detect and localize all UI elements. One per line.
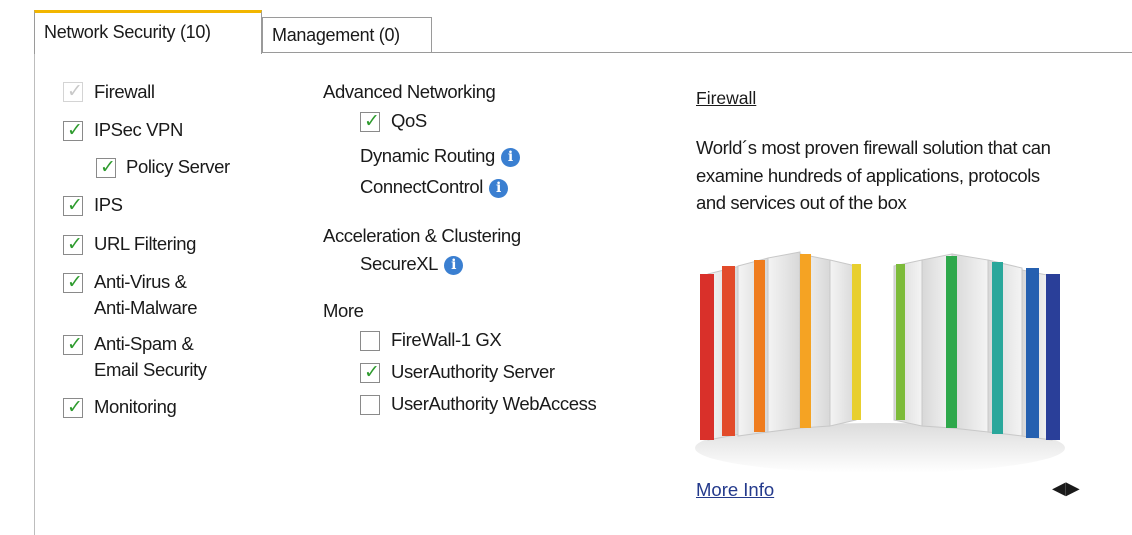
info-icon[interactable]: i xyxy=(488,179,508,198)
panel-left-border xyxy=(34,52,35,535)
check-icon: ✓ xyxy=(364,361,380,383)
userauthority-server-label: UserAuthority Server xyxy=(391,361,555,382)
qos-label: QoS xyxy=(391,110,427,131)
tab-network-security[interactable]: Network Security (10) xyxy=(34,10,262,54)
anti-virus-label-line2: Anti-Malware xyxy=(94,297,198,318)
check-icon: ✓ xyxy=(67,333,83,355)
check-icon: ✓ xyxy=(67,194,83,216)
check-icon: ✓ xyxy=(67,119,83,141)
policy-server-checkbox[interactable]: ✓ xyxy=(96,156,116,178)
advanced-networking-heading: Advanced Networking xyxy=(323,81,496,102)
anti-spam-checkbox[interactable]: ✓ xyxy=(63,333,83,355)
check-icon: ✓ xyxy=(67,271,83,293)
ipsec-vpn-label: IPSec VPN xyxy=(94,119,183,140)
dynamic-routing-label: Dynamic Routing xyxy=(360,145,495,166)
acceleration-clustering-heading: Acceleration & Clustering xyxy=(323,225,521,246)
ipsec-vpn-checkbox[interactable]: ✓ xyxy=(63,119,83,141)
check-icon: ✓ xyxy=(67,233,83,255)
anti-virus-checkbox[interactable]: ✓ xyxy=(63,271,83,293)
check-icon: ✓ xyxy=(364,110,380,132)
monitoring-label: Monitoring xyxy=(94,396,177,417)
detail-title: Firewall xyxy=(696,88,757,108)
userauthority-server-checkbox[interactable]: ✓ xyxy=(360,361,380,383)
prev-next-arrows-icon[interactable]: ◀▶ xyxy=(1052,478,1080,499)
securexl-label: SecureXL xyxy=(360,253,439,274)
firewall-illustration xyxy=(695,251,1065,473)
check-icon: ✓ xyxy=(100,156,116,178)
connectcontrol-item: ConnectControl i xyxy=(360,176,508,198)
tab-bar: Network Security (10) Management (0) xyxy=(0,0,1132,54)
qos-checkbox[interactable]: ✓ xyxy=(360,110,380,132)
dynamic-routing-item: Dynamic Routing i xyxy=(360,145,520,167)
firewall1-gx-checkbox[interactable] xyxy=(360,331,380,351)
firewall-label: Firewall xyxy=(94,81,155,102)
more-heading: More xyxy=(323,300,364,321)
anti-spam-label-line2: Email Security xyxy=(94,359,207,380)
userauthority-webaccess-checkbox[interactable] xyxy=(360,395,380,415)
url-filtering-checkbox[interactable]: ✓ xyxy=(63,233,83,255)
detail-description: World´s most proven firewall solution th… xyxy=(696,137,1051,213)
ips-checkbox[interactable]: ✓ xyxy=(63,194,83,216)
monitoring-checkbox[interactable]: ✓ xyxy=(63,396,83,418)
check-icon: ✓ xyxy=(67,396,83,418)
userauthority-webaccess-label: UserAuthority WebAccess xyxy=(391,393,597,414)
securexl-item: SecureXL i xyxy=(360,253,464,275)
check-icon: ✓ xyxy=(67,80,83,102)
connectcontrol-label: ConnectControl xyxy=(360,176,483,197)
tab-management[interactable]: Management (0) xyxy=(262,17,432,52)
firewall1-gx-label: FireWall-1 GX xyxy=(391,329,502,350)
url-filtering-label: URL Filtering xyxy=(94,233,197,254)
anti-spam-label-line1: Anti-Spam & xyxy=(94,333,194,354)
policy-server-label: Policy Server xyxy=(126,156,230,177)
info-icon[interactable]: i xyxy=(444,256,464,275)
anti-virus-label-line1: Anti-Virus & xyxy=(94,271,187,292)
info-icon[interactable]: i xyxy=(500,148,520,167)
tab-divider xyxy=(262,52,1132,53)
firewall-checkbox: ✓ xyxy=(63,80,83,102)
more-info-link[interactable]: More Info xyxy=(696,479,774,501)
ips-label: IPS xyxy=(94,194,123,215)
